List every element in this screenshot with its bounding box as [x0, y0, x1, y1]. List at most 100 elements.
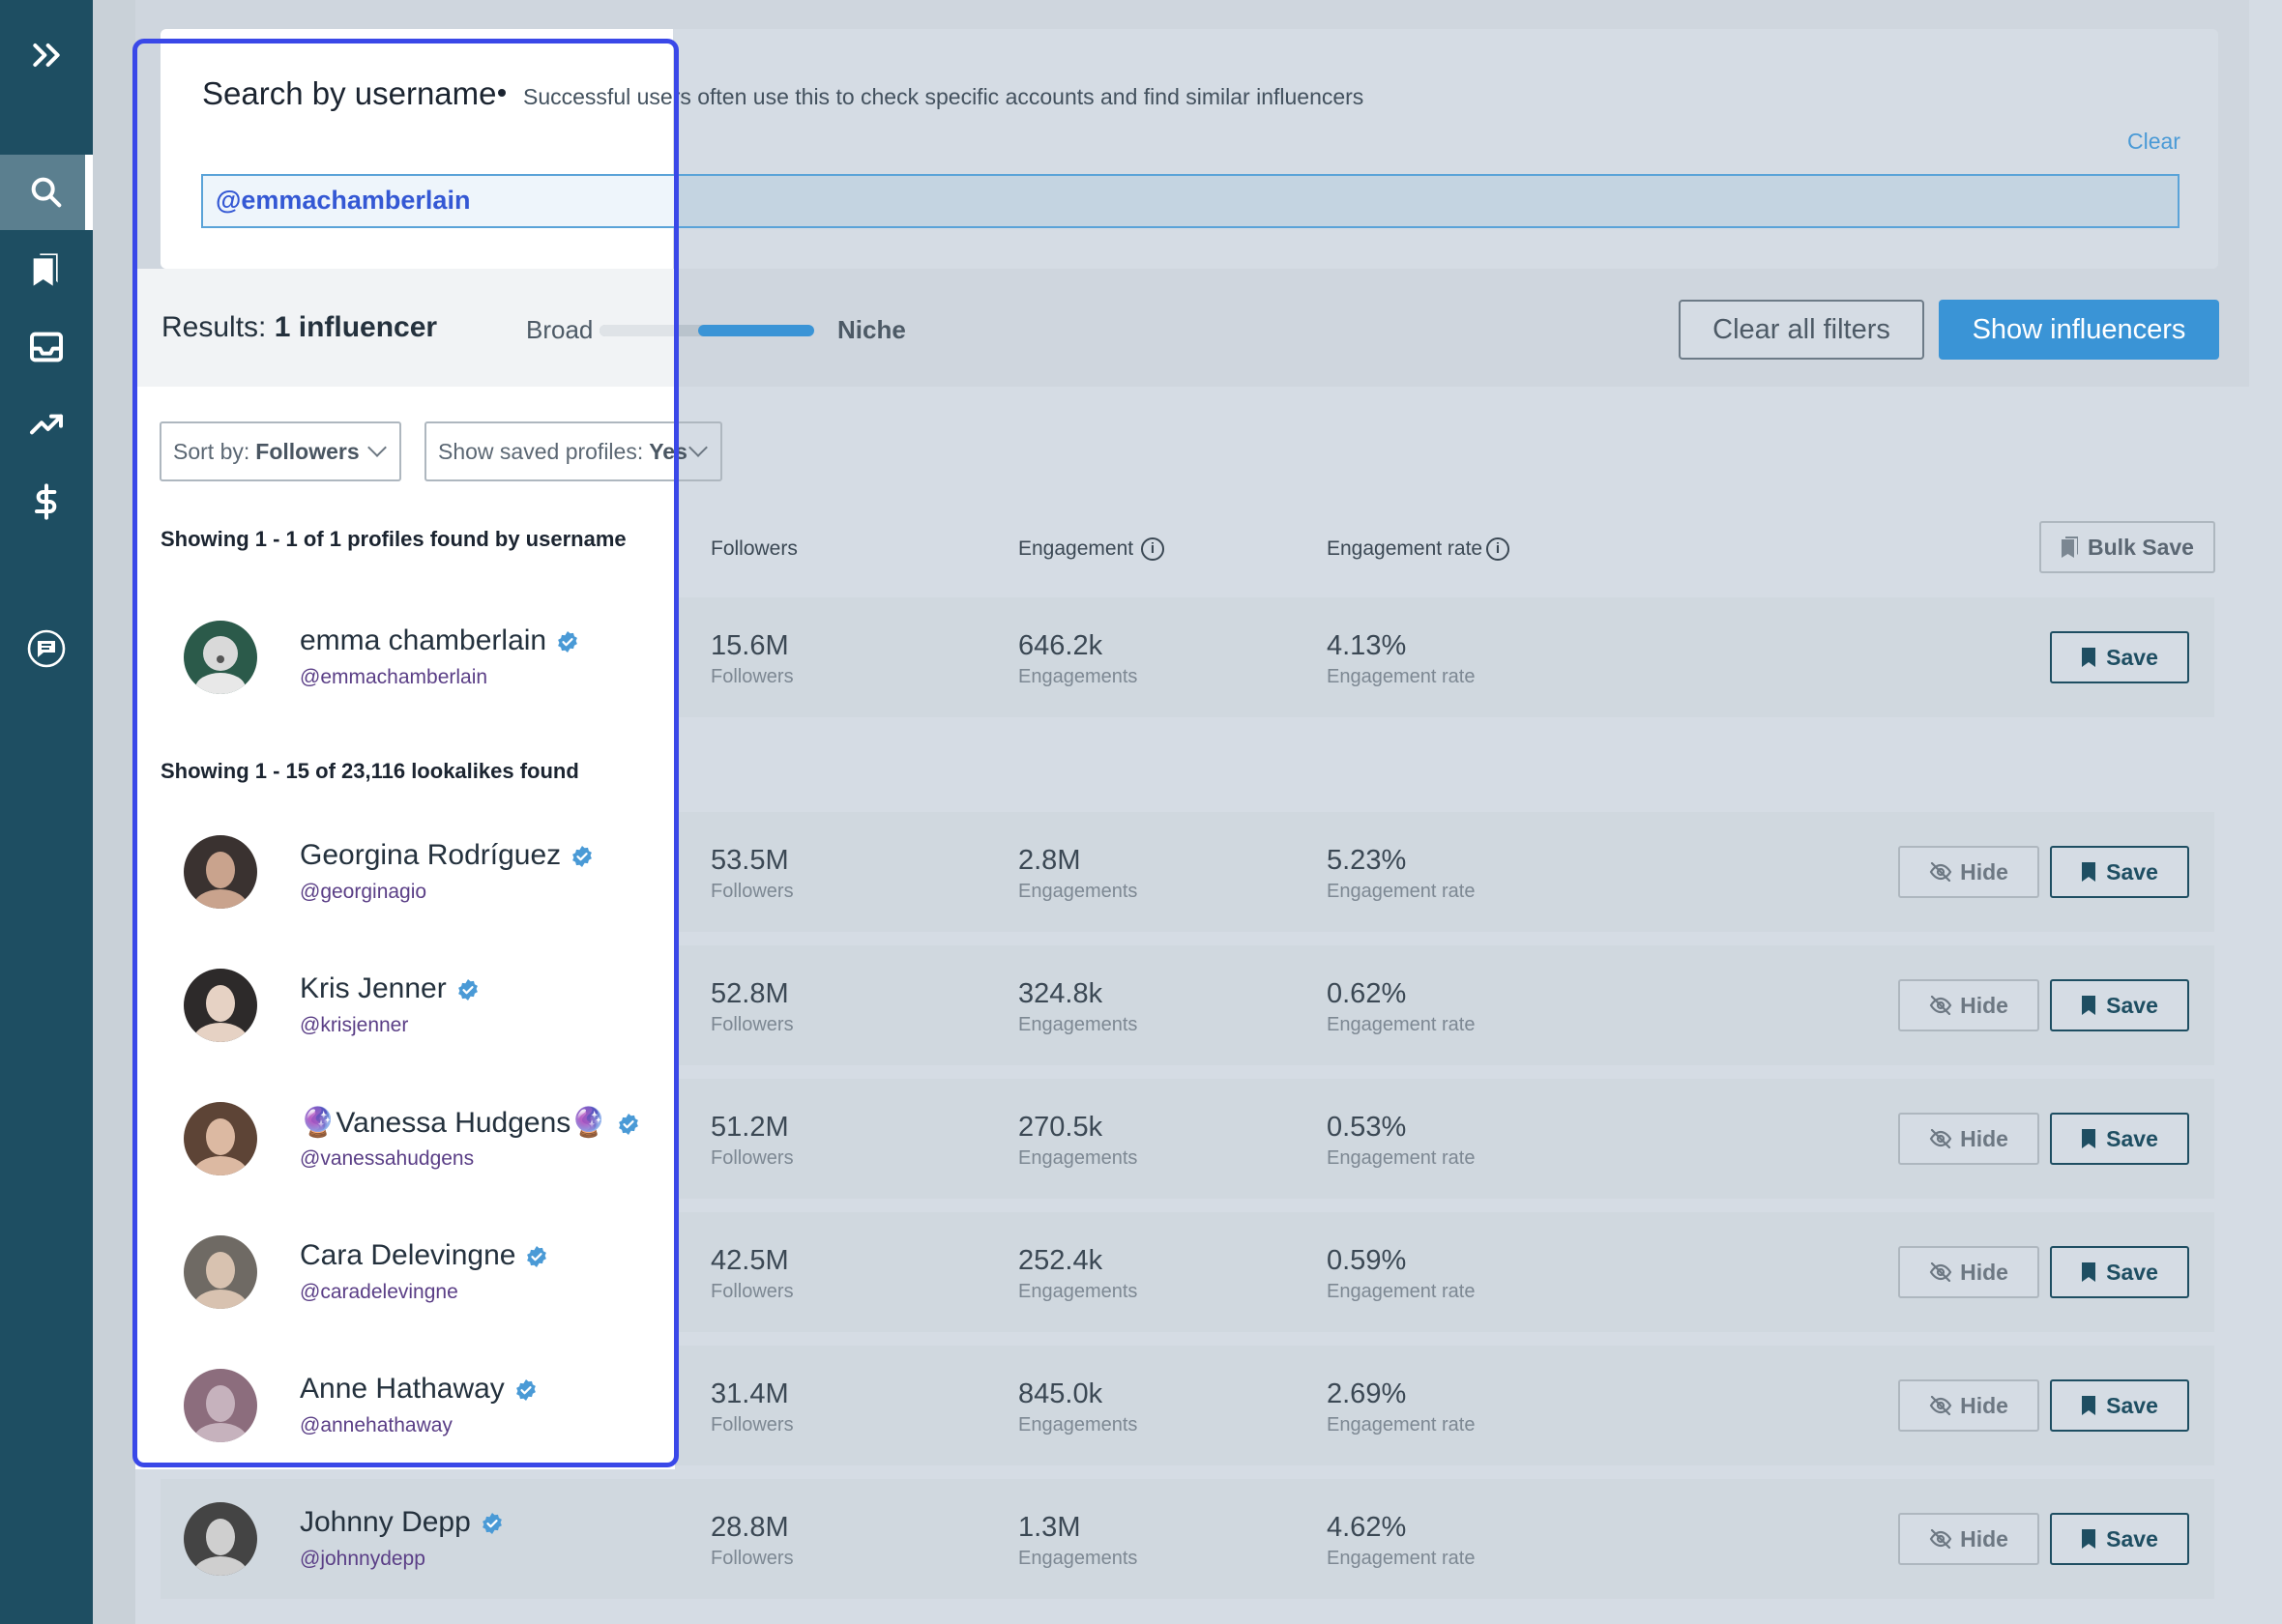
influencer-handle[interactable]: @annehathaway: [300, 1414, 453, 1437]
influencer-handle[interactable]: @krisjenner: [300, 1014, 408, 1037]
search-card-highlight: [161, 29, 673, 269]
show-influencers-button[interactable]: Show influencers: [1939, 300, 2219, 360]
engagement-label: Engagements: [1018, 881, 1138, 902]
influencer-name[interactable]: Georgina Rodríguez: [300, 839, 594, 872]
save-button[interactable]: Save: [2050, 1246, 2189, 1298]
engagement-rate-value: 4.62%: [1327, 1512, 1407, 1543]
influencer-handle[interactable]: @johnnydepp: [300, 1548, 425, 1571]
influencer-name[interactable]: 🔮Vanessa Hudgens🔮: [300, 1106, 640, 1140]
save-label: Save: [2106, 1392, 2158, 1418]
engagement-rate-label: Engagement rate: [1327, 1548, 1476, 1569]
influencer-handle[interactable]: @caradelevingne: [300, 1281, 458, 1304]
avatar[interactable]: [184, 1502, 257, 1576]
influencer-name[interactable]: Kris Jenner: [300, 972, 480, 1005]
influencer-name-text: 🔮Vanessa Hudgens🔮: [300, 1107, 607, 1139]
verified-icon: [618, 1114, 638, 1136]
clear-all-filters-button[interactable]: Clear all filters: [1679, 300, 1924, 360]
influencer-handle[interactable]: @emmachamberlain: [300, 666, 487, 689]
bullet-dot: [498, 89, 506, 97]
engagement-rate-value: 0.59%: [1327, 1245, 1407, 1276]
influencer-name-text: emma chamberlain: [300, 624, 547, 656]
engagement-value: 270.5k: [1018, 1112, 1103, 1143]
bookmark-icon: [2082, 1262, 2096, 1282]
chevron-down-icon: [688, 438, 708, 457]
hide-button[interactable]: Hide: [1898, 846, 2039, 898]
influencer-name-text: Johnny Depp: [300, 1506, 471, 1538]
bulk-save-button[interactable]: Bulk Save: [2039, 521, 2215, 573]
search-subtitle: Successful users often use this to check…: [523, 84, 1364, 109]
influencer-name[interactable]: emma chamberlain: [300, 624, 579, 657]
hide-button[interactable]: Hide: [1898, 979, 2039, 1031]
sidebar-item-analytics[interactable]: [0, 387, 93, 462]
bookmark-icon: [2082, 996, 2096, 1015]
verified-icon: [558, 631, 578, 653]
avatar[interactable]: [184, 1102, 257, 1175]
followers-value: 31.4M: [711, 1378, 789, 1409]
influencer-name-text: Cara Delevingne: [300, 1239, 516, 1271]
engagement-rate-value: 5.23%: [1327, 845, 1407, 876]
influencer-name[interactable]: Johnny Depp: [300, 1506, 504, 1539]
hide-button[interactable]: Hide: [1898, 1113, 2039, 1165]
bookmark-icon: [2062, 536, 2079, 558]
bookmark-icon: [2082, 1396, 2096, 1415]
results-count: Results: 1 influencer: [161, 311, 437, 344]
engagement-value: 845.0k: [1018, 1378, 1103, 1409]
influencer-handle[interactable]: @vanessahudgens: [300, 1147, 474, 1171]
bulk-save-label: Bulk Save: [2088, 534, 2194, 560]
sidebar-item-payments[interactable]: [0, 464, 93, 539]
influencer-name[interactable]: Cara Delevingne: [300, 1239, 548, 1272]
eye-off-icon: [1929, 1129, 1952, 1148]
sidebar-shadow: [93, 0, 135, 1624]
bookmark-icon: [33, 253, 58, 286]
column-followers: Followers: [711, 537, 798, 560]
followers-value: 42.5M: [711, 1245, 789, 1276]
save-button[interactable]: Save: [2050, 1379, 2189, 1432]
avatar[interactable]: [184, 969, 257, 1042]
engagement-rate-label: Engagement rate: [1327, 666, 1476, 687]
engagement-rate-label: Engagement rate: [1327, 1147, 1476, 1169]
engagement-rate-value: 4.13%: [1327, 630, 1407, 661]
sidebar-item-search[interactable]: [0, 155, 93, 230]
sort-dropdown[interactable]: Sort by: Followers: [160, 421, 401, 481]
sidebar-item-chat[interactable]: [0, 611, 93, 686]
hide-button[interactable]: Hide: [1898, 1246, 2039, 1298]
followers-value: 52.8M: [711, 978, 789, 1009]
hide-label: Hide: [1960, 858, 2008, 884]
hide-button[interactable]: Hide: [1898, 1379, 2039, 1432]
save-button[interactable]: Save: [2050, 1513, 2189, 1565]
influencer-name-text: Anne Hathaway: [300, 1373, 505, 1405]
saved-value: Yes: [649, 438, 688, 464]
followers-label: Followers: [711, 666, 794, 687]
sort-value: Followers: [255, 438, 360, 464]
expand-sidebar-button[interactable]: [0, 17, 93, 93]
engagement-label: Engagements: [1018, 666, 1138, 687]
save-button[interactable]: Save: [2050, 631, 2189, 683]
engagement-value: 646.2k: [1018, 630, 1103, 661]
hide-button[interactable]: Hide: [1898, 1513, 2039, 1565]
hide-label: Hide: [1960, 1525, 2008, 1552]
column-engagement: Engagement: [1018, 537, 1134, 560]
avatar[interactable]: [184, 621, 257, 694]
engagement-label: Engagements: [1018, 1281, 1138, 1302]
save-button[interactable]: Save: [2050, 1113, 2189, 1165]
avatar[interactable]: [184, 1369, 257, 1442]
clear-search-link[interactable]: Clear: [2127, 129, 2180, 155]
influencer-handle[interactable]: @georginagio: [300, 881, 426, 904]
hide-label: Hide: [1960, 1125, 2008, 1151]
info-icon[interactable]: i: [1141, 537, 1164, 561]
hide-label: Hide: [1960, 1392, 2008, 1418]
verified-icon: [482, 1513, 502, 1535]
niche-slider-fill[interactable]: [698, 325, 814, 336]
engagement-label: Engagements: [1018, 1414, 1138, 1436]
avatar[interactable]: [184, 1235, 257, 1309]
avatar[interactable]: [184, 835, 257, 909]
save-button[interactable]: Save: [2050, 979, 2189, 1031]
search-input-value[interactable]: @emmachamberlain: [216, 186, 470, 216]
influencer-name[interactable]: Anne Hathaway: [300, 1373, 538, 1406]
sidebar-item-saved[interactable]: [0, 232, 93, 307]
engagement-rate-value: 0.53%: [1327, 1112, 1407, 1143]
sidebar-item-inbox[interactable]: [0, 309, 93, 385]
save-button[interactable]: Save: [2050, 846, 2189, 898]
saved-profiles-dropdown[interactable]: Show saved profiles: Yes: [424, 421, 722, 481]
info-icon[interactable]: i: [1486, 537, 1509, 561]
